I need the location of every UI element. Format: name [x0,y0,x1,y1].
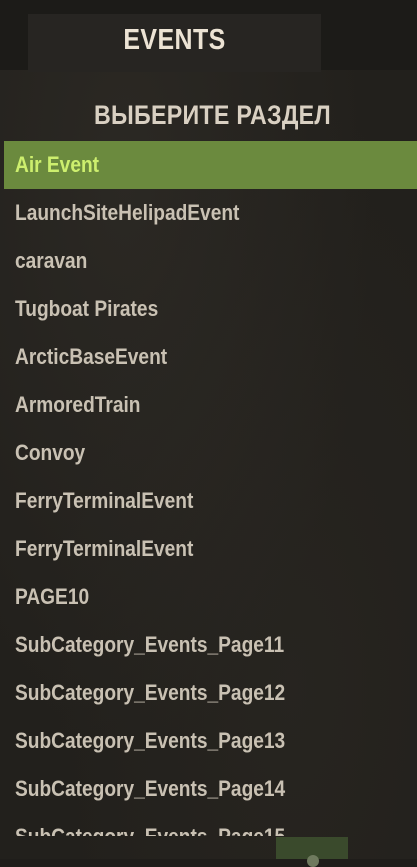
category-item-label: Air Event [15,152,100,177]
category-item-page12[interactable]: SubCategory_Events_Page12 [4,669,417,717]
category-item-ferry-terminal-event-2[interactable]: FerryTerminalEvent [4,525,417,573]
category-item-page14[interactable]: SubCategory_Events_Page14 [4,765,417,813]
category-item-convoy[interactable]: Convoy [4,429,417,477]
category-item-armored-train[interactable]: ArmoredTrain [4,381,417,429]
category-item-label: FerryTerminalEvent [15,488,194,513]
category-item-label: caravan [15,248,88,273]
section-heading: ВЫБЕРИТЕ РАЗДЕЛ [94,100,331,130]
category-list: Air Event LaunchSiteHelipadEvent caravan… [4,141,417,836]
category-item-label: LaunchSiteHelipadEvent [15,200,240,225]
category-item-page11[interactable]: SubCategory_Events_Page11 [4,621,417,669]
category-item-label: FerryTerminalEvent [15,536,194,561]
category-item-ferry-terminal-event[interactable]: FerryTerminalEvent [4,477,417,525]
category-item-label: SubCategory_Events_Page13 [15,728,286,753]
category-item-tugboat-pirates[interactable]: Tugboat Pirates [4,285,417,333]
category-item-label: Tugboat Pirates [15,296,159,321]
circle-icon [307,855,319,867]
category-item-label: ArcticBaseEvent [15,344,168,369]
category-item-arctic-base-event[interactable]: ArcticBaseEvent [4,333,417,381]
category-item-page15[interactable]: SubCategory_Events_Page15 [4,813,417,836]
category-item-launchsite-helipad-event[interactable]: LaunchSiteHelipadEvent [4,189,417,237]
category-item-page13[interactable]: SubCategory_Events_Page13 [4,717,417,765]
category-item-label: PAGE10 [15,584,90,609]
page-title: EVENTS [123,24,226,56]
category-item-label: ArmoredTrain [15,392,141,417]
category-item-page10[interactable]: PAGE10 [4,573,417,621]
category-item-label: SubCategory_Events_Page12 [15,680,286,705]
category-item-label: SubCategory_Events_Page15 [15,813,285,836]
category-item-caravan[interactable]: caravan [4,237,417,285]
events-panel: EVENTS ВЫБЕРИТЕ РАЗДЕЛ Air Event LaunchS… [0,0,417,867]
category-item-label: SubCategory_Events_Page14 [15,776,286,801]
category-item-air-event[interactable]: Air Event [4,141,417,189]
category-item-label: SubCategory_Events_Page11 [15,632,285,657]
bottom-tab-button[interactable] [276,837,348,867]
category-item-label: Convoy [15,440,86,465]
